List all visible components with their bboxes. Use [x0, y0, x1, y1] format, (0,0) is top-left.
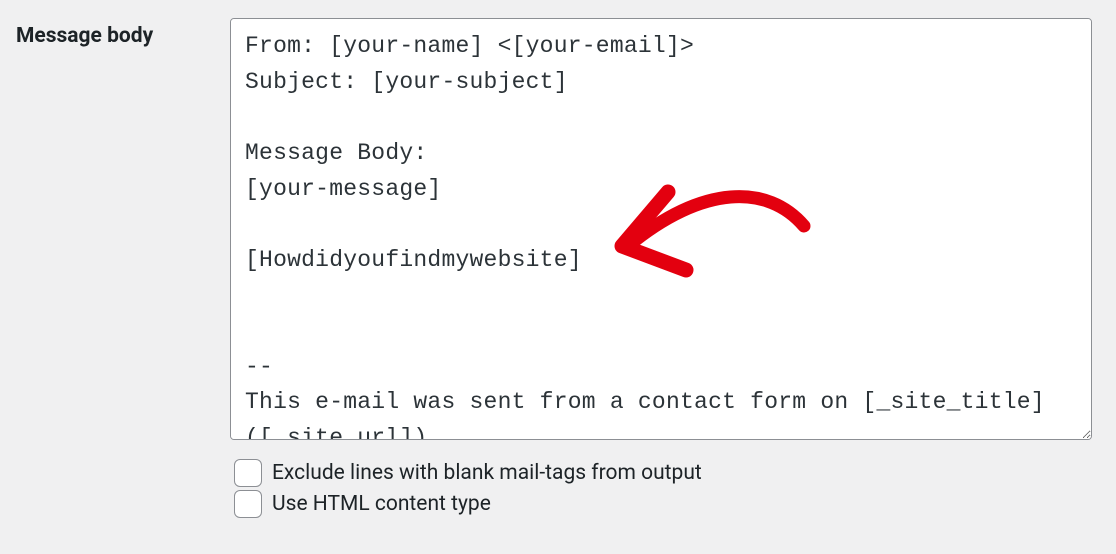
message-body-textarea[interactable] [230, 18, 1092, 440]
exclude-blank-checkbox[interactable] [234, 459, 262, 487]
message-body-field-wrap: Exclude lines with blank mail-tags from … [230, 18, 1092, 521]
use-html-option: Use HTML content type [234, 490, 1092, 518]
message-body-label: Message body [16, 18, 230, 48]
exclude-blank-option: Exclude lines with blank mail-tags from … [234, 459, 1092, 487]
use-html-label[interactable]: Use HTML content type [272, 492, 491, 516]
message-body-row: Message body Exclude lines with blank ma… [0, 0, 1116, 521]
exclude-blank-label[interactable]: Exclude lines with blank mail-tags from … [272, 461, 702, 485]
message-body-options: Exclude lines with blank mail-tags from … [230, 444, 1092, 521]
use-html-checkbox[interactable] [234, 490, 262, 518]
